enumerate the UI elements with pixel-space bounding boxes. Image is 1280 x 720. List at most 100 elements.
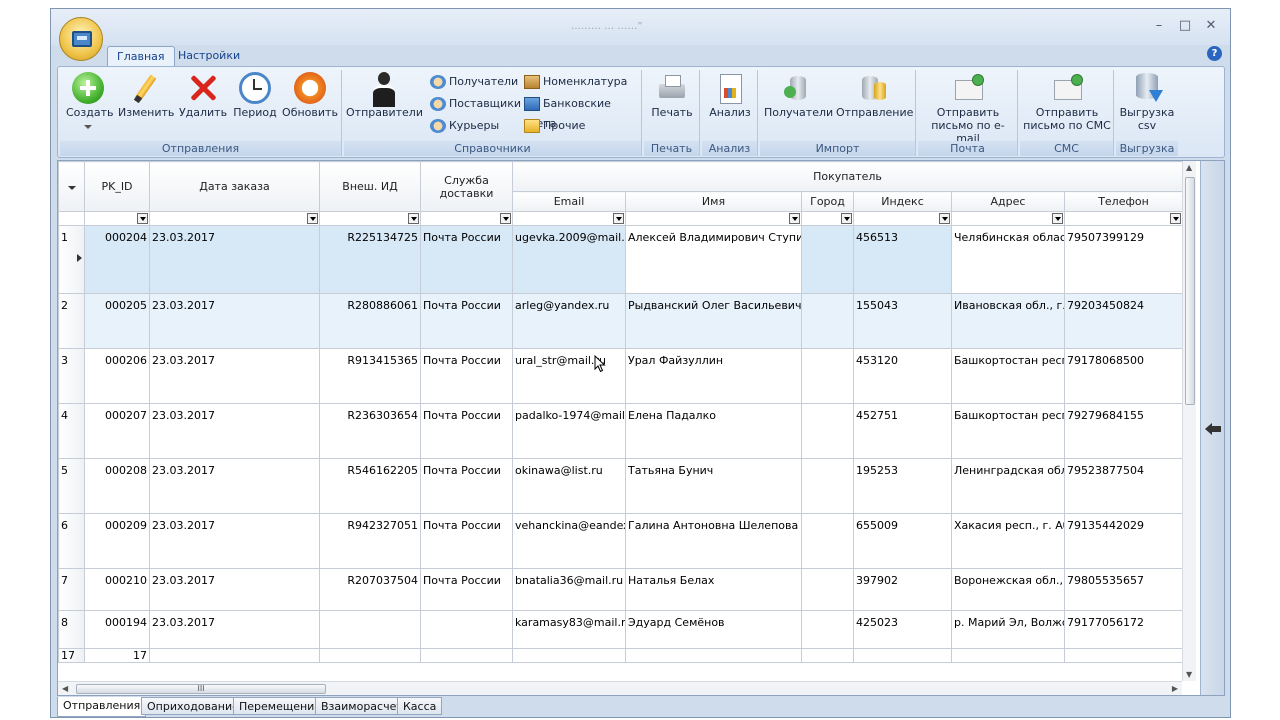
tab-cash[interactable]: Касса [397,697,443,715]
filter-cell[interactable] [84,211,150,226]
cell-pk-id[interactable]: 000209 [84,513,150,569]
table-row[interactable]: 6 000209 23.03.2017 R942327051 Почта России v… [58,513,1183,569]
close-button[interactable]: ✕ [1198,18,1224,34]
cell-index[interactable]: 397902 [853,568,952,611]
cell-city[interactable] [801,348,854,404]
tab-receipts[interactable]: Оприходование [141,697,245,715]
cell-address[interactable]: Башкортостан респ., г. Туймазы, ул. Луна… [951,403,1065,459]
cell-pk-id[interactable]: 000210 [84,568,150,611]
cell-ext-id[interactable]: R207037504 [319,568,421,611]
maximize-button[interactable]: □ [1172,18,1198,34]
cell-index[interactable]: 425023 [853,610,952,649]
cell-email[interactable]: karamasy83@mail.ru [512,610,626,649]
cell-delivery[interactable]: Почта России [420,568,513,611]
cell-delivery[interactable]: Почта России [420,293,513,349]
cell-city[interactable] [801,225,854,294]
minimize-button[interactable]: – [1146,18,1172,34]
cell-email[interactable]: okinawa@list.ru [512,458,626,514]
cell-pk-id[interactable]: 000194 [84,610,150,649]
table-row[interactable]: 7 000210 23.03.2017 R207037504 Почта России b… [58,568,1183,611]
cell-address[interactable]: Ивановская обл., г.Тейково, ул. Неделина… [951,293,1065,349]
cell-order-date[interactable]: 23.03.2017 [149,568,320,611]
filter-dropdown-icon[interactable] [408,213,419,224]
cell-address[interactable]: Челябинская область, Сосновский р-он, п.… [951,225,1065,294]
cell-name[interactable]: Алексей Владимирович Ступин [625,225,802,294]
cell-pk-id[interactable]: 000207 [84,403,150,459]
scroll-right-icon[interactable]: ▶ [1172,684,1178,693]
cell-ext-id[interactable]: R942327051 [319,513,421,569]
filter-dropdown-icon[interactable] [1052,213,1063,224]
cell-pk-id[interactable]: 000204 [84,225,150,294]
cell-ext-id[interactable]: R280886061 [319,293,421,349]
cell-ext-id[interactable]: R546162205 [319,458,421,514]
column-header-pk-id[interactable]: PK_ID [84,161,150,212]
table-row[interactable]: 4 000207 23.03.2017 R236303654 Почта России p… [58,403,1183,459]
tab-settings[interactable]: Настройки [169,46,249,66]
filter-cell[interactable] [951,211,1065,226]
create-button[interactable]: Создать [66,72,114,132]
arrow-left-icon[interactable] [1205,423,1221,435]
import-shipments-button[interactable]: Отправление [836,72,913,119]
cell-ext-id[interactable]: R913415365 [319,348,421,404]
cell-email[interactable]: vehanckina@eandex.ru [512,513,626,569]
filter-cell[interactable] [149,211,320,226]
column-header-order-date[interactable]: Дата заказа [149,161,320,212]
table-row[interactable]: 1 000204 23.03.2017 R225134725 Почта России u… [58,225,1183,294]
cell-city[interactable] [801,513,854,569]
cell-delivery[interactable]: Почта России [420,513,513,569]
filter-cell[interactable] [319,211,421,226]
cell-delivery[interactable] [420,610,513,649]
senders-button[interactable]: Отправители [346,72,423,119]
couriers-button[interactable]: Курьеры [430,116,499,136]
scroll-up-icon[interactable]: ▲ [1186,163,1192,172]
row-number[interactable]: 6 [58,513,85,569]
column-header-address[interactable]: Адрес [951,191,1065,212]
cell-email[interactable]: ugevka.2009@mail.ru [512,225,626,294]
column-selector[interactable] [58,161,85,212]
cell-delivery[interactable]: Почта России [420,348,513,404]
cell-name[interactable]: Урал Файзуллин [625,348,802,404]
cell-email[interactable]: padalko-1974@mail.ru [512,403,626,459]
tab-home[interactable]: Главная [107,46,175,66]
filter-dropdown-icon[interactable] [137,213,148,224]
application-menu-button[interactable] [59,17,103,61]
import-recipients-button[interactable]: Получатели [764,72,833,119]
vertical-scrollbar[interactable]: ▲ ▼ [1182,161,1196,681]
filter-dropdown-icon[interactable] [613,213,624,224]
cell-delivery[interactable]: Почта России [420,403,513,459]
cell-order-date[interactable]: 23.03.2017 [149,513,320,569]
horizontal-scrollbar[interactable]: ◀ III ▶ [58,681,1182,695]
cell-city[interactable] [801,610,854,649]
row-number[interactable]: 4 [58,403,85,459]
column-header-delivery[interactable]: Служба доставки [420,161,513,212]
row-number[interactable]: 2 [58,293,85,349]
export-csv-button[interactable]: Выгрузка csv [1118,72,1176,132]
filter-cell[interactable] [1064,211,1183,226]
cell-city[interactable] [801,568,854,611]
cell-index[interactable]: 155043 [853,293,952,349]
tab-transfers[interactable]: Перемещение [233,697,328,715]
cell-email[interactable]: ural_str@mail.ru [512,348,626,404]
cell-phone[interactable]: 79203450824 [1064,293,1183,349]
recipients-button[interactable]: Получатели [430,72,518,92]
send-email-button[interactable]: Отправить письмо по e-mail [920,72,1016,145]
column-header-index[interactable]: Индекс [853,191,952,212]
print-button[interactable]: Печать [648,72,696,119]
row-number[interactable]: 7 [58,568,85,611]
table-row[interactable]: 8 000194 23.03.2017 karamasy83@mail.ru Эдуар… [58,610,1183,649]
side-panel[interactable] [1200,161,1224,695]
filter-cell[interactable] [512,211,626,226]
cell-name[interactable]: Елена Падалко [625,403,802,459]
cell-delivery[interactable]: Почта России [420,225,513,294]
table-row[interactable]: 3 000206 23.03.2017 R913415365 Почта России u… [58,348,1183,404]
analysis-button[interactable]: Анализ [706,72,754,119]
cell-order-date[interactable]: 23.03.2017 [149,403,320,459]
column-header-ext-id[interactable]: Внеш. ИД [319,161,421,212]
delete-button[interactable]: Удалить [178,72,228,119]
filter-cell[interactable] [801,211,854,226]
cell-ext-id[interactable]: R236303654 [319,403,421,459]
cell-order-date[interactable]: 23.03.2017 [149,610,320,649]
refresh-button[interactable]: Обновить [282,72,338,119]
tab-shipments[interactable]: Отправления [57,697,147,717]
cell-email[interactable]: bnatalia36@mail.ru [512,568,626,611]
